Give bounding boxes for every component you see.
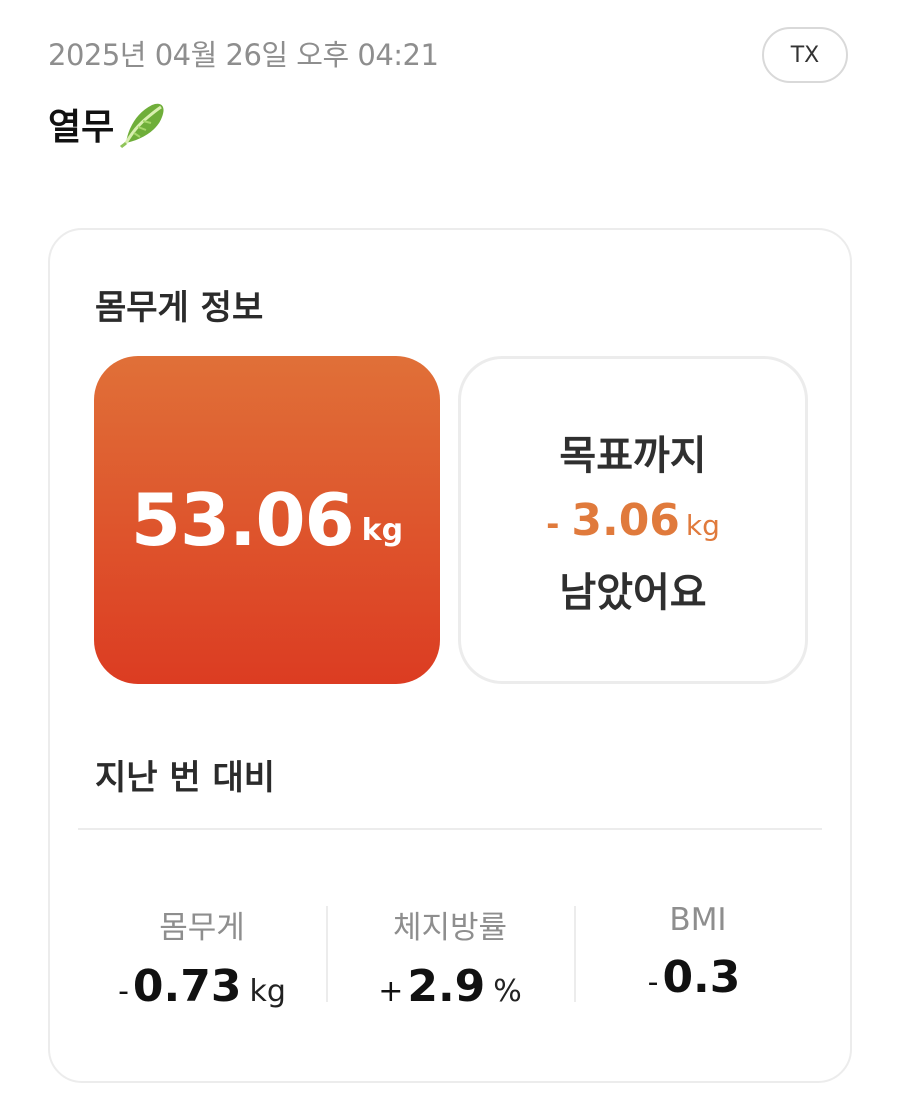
stat-label: 몸무게 bbox=[159, 910, 245, 946]
stat-weight: 몸무게 - 0.73 kg bbox=[78, 902, 326, 1012]
weight-info-title: 몸무게 정보 bbox=[95, 288, 264, 328]
stat-bmi: BMI - 0.3 bbox=[574, 902, 822, 1003]
current-weight-tile: 53.06 kg bbox=[94, 356, 440, 684]
goal-value-row: - 3.06 kg bbox=[546, 495, 720, 546]
goal-label: 목표까지 bbox=[559, 432, 707, 479]
tx-button[interactable]: TX bbox=[762, 27, 848, 83]
stat-label: 체지방률 bbox=[392, 910, 508, 946]
title-row: 열무 bbox=[48, 98, 168, 150]
goal-sign: - bbox=[546, 504, 560, 543]
lettuce-icon bbox=[118, 99, 168, 149]
stat-value-row: + 2.9 % bbox=[378, 961, 522, 1012]
stat-sign: + bbox=[378, 974, 404, 1009]
divider bbox=[78, 828, 822, 830]
stat-value: 0.3 bbox=[662, 952, 741, 1003]
stat-unit: kg bbox=[249, 974, 286, 1009]
weight-card: 몸무게 정보 53.06 kg 목표까지 - 3.06 kg 남았어요 지난 번… bbox=[48, 228, 852, 1083]
stat-label: BMI bbox=[669, 902, 727, 938]
stat-value: 2.9 bbox=[407, 961, 486, 1012]
current-weight-value: 53.06 bbox=[130, 478, 355, 562]
comparison-stats: 몸무게 - 0.73 kg 체지방률 + 2.9 % BMI - 0.3 bbox=[78, 902, 822, 1012]
stat-value: 0.73 bbox=[132, 961, 242, 1012]
stat-unit: % bbox=[493, 974, 522, 1009]
goal-remaining-tile: 목표까지 - 3.06 kg 남았어요 bbox=[458, 356, 808, 684]
stat-body-fat: 체지방률 + 2.9 % bbox=[326, 902, 574, 1012]
goal-suffix: 남았어요 bbox=[559, 569, 707, 616]
stat-sign: - bbox=[647, 965, 659, 1000]
page-title: 열무 bbox=[48, 107, 115, 148]
record-timestamp: 2025년 04월 26일 오후 04:21 bbox=[48, 38, 439, 72]
goal-value: 3.06 bbox=[571, 494, 680, 546]
comparison-title: 지난 번 대비 bbox=[95, 758, 276, 798]
goal-unit: kg bbox=[685, 508, 720, 542]
stat-value-row: - 0.73 kg bbox=[118, 961, 286, 1012]
stat-sign: - bbox=[118, 974, 129, 1009]
stat-value-row: - 0.3 bbox=[648, 952, 749, 1003]
current-weight-unit: kg bbox=[361, 512, 404, 548]
